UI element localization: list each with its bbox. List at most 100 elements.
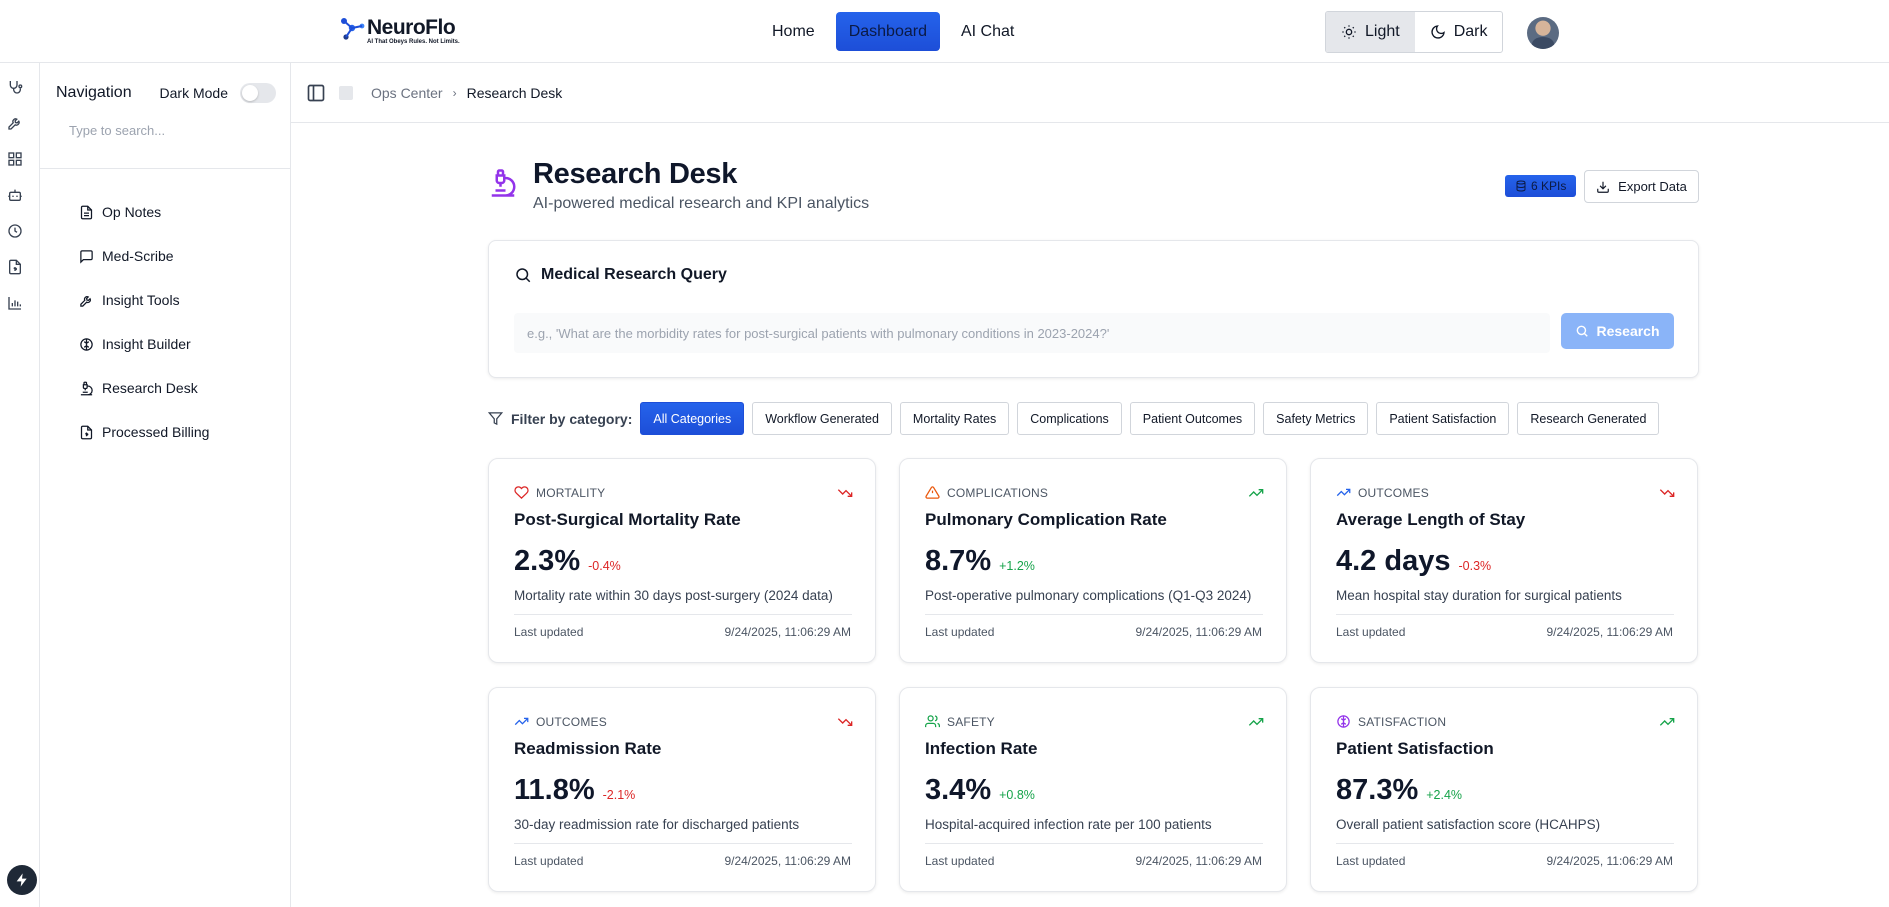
kpi-card[interactable]: SATISFACTION Patient Satisfaction 87.3% …: [1310, 687, 1698, 892]
research-button[interactable]: Research: [1561, 313, 1674, 349]
nav-dashboard[interactable]: Dashboard: [835, 12, 940, 51]
theme-dark-button[interactable]: Dark: [1415, 12, 1503, 52]
filter-chip-research-generated[interactable]: Research Generated: [1517, 402, 1660, 435]
filter-label: Filter by category:: [488, 411, 632, 427]
filter-chip-patient-outcomes[interactable]: Patient Outcomes: [1129, 402, 1256, 435]
brand-name: NeuroFlo: [367, 16, 456, 39]
sidebar-item-insight-tools[interactable]: Insight Tools: [79, 288, 180, 312]
theme-light-button[interactable]: Light: [1326, 12, 1415, 52]
sidebar-item-research-desk[interactable]: Research Desk: [79, 376, 198, 400]
download-icon: [1597, 181, 1610, 193]
research-query-input[interactable]: [514, 313, 1550, 353]
theme-dark-label: Dark: [1453, 23, 1488, 40]
page-title: Research Desk: [533, 158, 738, 190]
filter-chip-patient-satisfaction[interactable]: Patient Satisfaction: [1376, 402, 1510, 435]
sidebar-item-med-scribe[interactable]: Med-Scribe: [79, 244, 174, 268]
nav-home[interactable]: Home: [759, 12, 828, 51]
kpi-description: Mortality rate within 30 days post-surge…: [514, 588, 833, 603]
breadcrumb-ops-center[interactable]: Ops Center: [371, 85, 443, 101]
kpi-description: Mean hospital stay duration for surgical…: [1336, 588, 1622, 603]
file-dollar-icon[interactable]: [7, 259, 23, 275]
kpi-card[interactable]: COMPLICATIONS Pulmonary Complication Rat…: [899, 458, 1287, 663]
user-avatar[interactable]: [1527, 17, 1559, 49]
bolt-button[interactable]: [7, 865, 37, 895]
brand-logo[interactable]: NeuroFlo AI That Obeys Rules. Not Limits…: [340, 17, 460, 46]
kpi-title: Readmission Rate: [514, 739, 662, 758]
neuroflo-logo-icon: [341, 18, 365, 40]
research-query-card: Medical Research Query Research: [488, 240, 1699, 378]
wrench-icon[interactable]: [7, 115, 23, 131]
filter-chip-workflow-generated[interactable]: Workflow Generated: [752, 402, 892, 435]
research-button-label: Research: [1596, 323, 1660, 339]
kpi-count-label: 6 KPIs: [1531, 179, 1567, 193]
trending-down-icon: [837, 718, 853, 726]
kpi-category: COMPLICATIONS: [947, 485, 1049, 500]
kpi-description: Overall patient satisfaction score (HCAH…: [1336, 817, 1601, 832]
filter-icon: [488, 412, 503, 426]
nav-ai-chat[interactable]: AI Chat: [948, 12, 1027, 51]
kpi-change: +2.4%: [1426, 788, 1463, 802]
grid-icon[interactable]: [7, 151, 23, 167]
kpi-description: Hospital-acquired infection rate per 100…: [925, 817, 1212, 832]
kpi-category: SATISFACTION: [1358, 714, 1447, 729]
sun-icon: [1342, 25, 1356, 39]
kpi-card[interactable]: SAFETY Infection Rate 3.4% +0.8% Hospita…: [899, 687, 1287, 892]
filter-chip-safety-metrics[interactable]: Safety Metrics: [1263, 402, 1369, 435]
kpi-title: Pulmonary Complication Rate: [925, 510, 1167, 529]
kpi-count-badge: 6 KPIs: [1505, 175, 1577, 197]
stethoscope-icon[interactable]: [7, 79, 23, 95]
trending-up-icon: [1659, 718, 1675, 726]
heart-icon: [514, 486, 529, 499]
brain-icon: [1337, 715, 1350, 728]
kpi-value: 2.3%: [514, 545, 581, 577]
kpi-card[interactable]: OUTCOMES Readmission Rate 11.8% -2.1% 30…: [488, 687, 876, 892]
kpi-card[interactable]: OUTCOMES Average Length of Stay 4.2 days…: [1310, 458, 1698, 663]
dark-mode-label: Dark Mode: [159, 85, 228, 101]
export-data-button[interactable]: Export Data: [1584, 170, 1699, 203]
kpi-updated-label: Last updated: [514, 625, 584, 639]
bar-chart-icon[interactable]: [7, 295, 23, 311]
sidebar-search-input[interactable]: [56, 115, 276, 145]
brand-tagline: AI That Obeys Rules. Not Limits.: [367, 39, 460, 45]
kpi-updated-label: Last updated: [925, 625, 995, 639]
sidebar-item-label: Op Notes: [102, 204, 162, 220]
kpi-value: 87.3%: [1336, 774, 1419, 806]
filter-label-text: Filter by category:: [511, 410, 633, 427]
kpi-change: +1.2%: [999, 559, 1035, 573]
filter-chip-complications[interactable]: Complications: [1017, 402, 1122, 435]
breadcrumb: Ops Center › Research Desk: [371, 85, 562, 101]
dark-mode-switch[interactable]: [240, 83, 276, 103]
kpi-change: -2.1%: [602, 788, 636, 802]
sidebar-toggle-icon[interactable]: [306, 83, 326, 103]
sidebar-item-label: Insight Tools: [102, 292, 180, 308]
users-icon: [925, 715, 940, 728]
search-icon: [1577, 325, 1589, 337]
kpi-title: Patient Satisfaction: [1336, 739, 1494, 758]
microscope-icon: [491, 169, 516, 197]
sidebar-item-op-notes[interactable]: Op Notes: [79, 200, 161, 224]
microscope-icon: [80, 381, 93, 395]
clock-icon[interactable]: [7, 223, 23, 239]
sidebar-item-processed-billing[interactable]: Processed Billing: [79, 420, 209, 444]
document-icon: [80, 205, 93, 219]
kpi-title: Post-Surgical Mortality Rate: [514, 510, 741, 529]
kpi-value: 8.7%: [925, 545, 992, 577]
sidebar-item-insight-builder[interactable]: Insight Builder: [79, 332, 191, 356]
bot-icon[interactable]: [7, 187, 23, 203]
database-icon: [1516, 180, 1526, 192]
kpi-divider: [514, 843, 852, 844]
kpi-change: -0.4%: [588, 559, 621, 573]
category-filters: Filter by category: All Categories Workf…: [488, 402, 1660, 435]
kpi-card[interactable]: MORTALITY Post-Surgical Mortality Rate 2…: [488, 458, 876, 663]
chevron-right-icon: ›: [452, 86, 457, 100]
kpi-divider: [1336, 614, 1674, 615]
sidebar-item-label: Processed Billing: [102, 424, 210, 440]
theme-light-label: Light: [1365, 23, 1400, 40]
filter-chip-mortality-rates[interactable]: Mortality Rates: [899, 402, 1010, 435]
breadcrumb-current: Research Desk: [466, 85, 563, 101]
wrench-icon: [80, 295, 91, 307]
kpi-updated-label: Last updated: [1336, 854, 1406, 868]
kpi-category: MORTALITY: [536, 485, 606, 500]
filter-chip-all-categories[interactable]: All Categories: [640, 402, 745, 435]
brain-icon: [80, 337, 93, 351]
